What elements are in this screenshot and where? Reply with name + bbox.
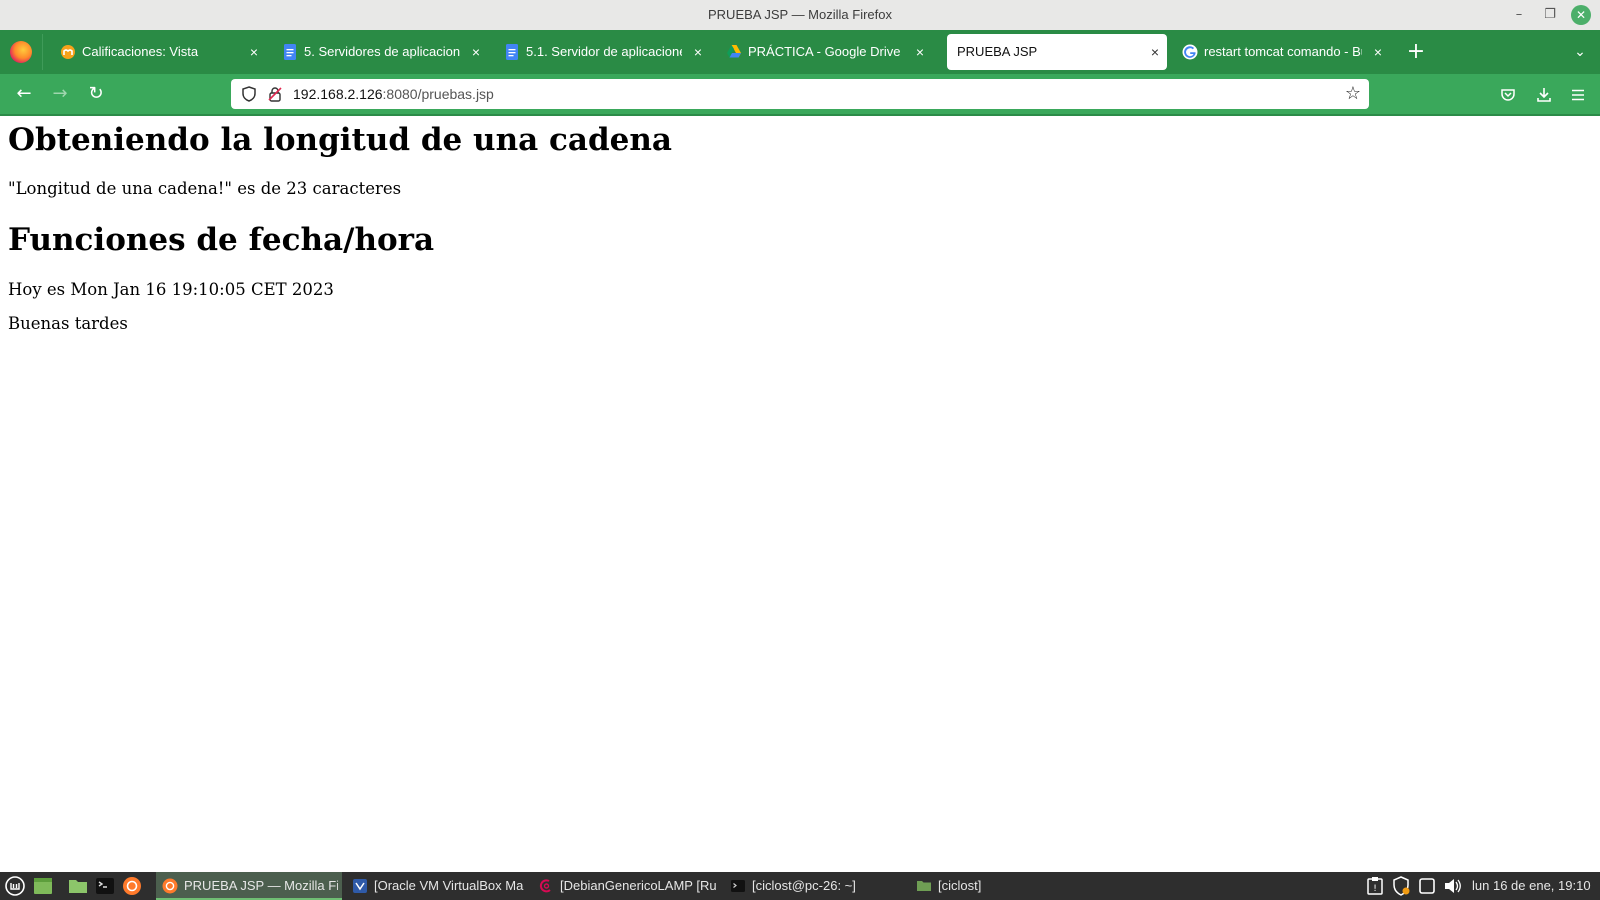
current-date-text: Hoy es Mon Jan 16 19:10:05 CET 2023: [8, 280, 334, 299]
volume-icon[interactable]: [1443, 876, 1463, 896]
terminal-launcher-icon[interactable]: [95, 876, 115, 896]
tab-servidor-aplicaciones[interactable]: 5.1. Servidor de aplicaciones ×: [494, 34, 710, 70]
tab-close-icon[interactable]: ×: [250, 34, 258, 70]
bookmark-star-icon[interactable]: ☆: [1345, 79, 1361, 109]
pocket-icon[interactable]: [1493, 74, 1523, 114]
new-tab-icon[interactable]: +: [1402, 30, 1430, 74]
taskbar-item-terminal[interactable]: [ciclost@pc-26: ~]: [724, 872, 904, 900]
greeting-text: Buenas tardes: [8, 314, 128, 333]
taskbar-item-label: PRUEBA JSP — Mozilla Firefox: [184, 878, 338, 893]
insecure-lock-icon[interactable]: [267, 86, 283, 102]
url-bar[interactable]: 192.168.2.126:8080/pruebas.jsp ☆: [231, 79, 1369, 109]
moodle-icon: [61, 45, 75, 59]
navigation-toolbar: ← → ↻ 192.168.2.126:8080/pruebas.jsp ☆: [0, 74, 1600, 116]
tab-restart-tomcat[interactable]: restart tomcat comando - Buscar ×: [1172, 34, 1390, 70]
minimize-icon[interactable]: –: [1510, 6, 1528, 24]
url-text[interactable]: 192.168.2.126:8080/pruebas.jsp: [293, 79, 494, 109]
page-content: Obteniendo la longitud de una cadena "Lo…: [0, 116, 1600, 872]
string-length-result: "Longitud de una cadena!" es de 23 carac…: [8, 179, 402, 198]
firefox-icon: [162, 878, 178, 894]
google-drive-icon: [727, 45, 741, 58]
heading-string-length: Obteniendo la longitud de una cadena: [8, 122, 673, 158]
taskbar-item-label: [ciclost@pc-26: ~]: [752, 878, 856, 893]
tabstrip-divider: [42, 34, 43, 70]
security-shield-icon[interactable]: [1391, 876, 1411, 896]
forward-arrow-icon[interactable]: →: [44, 74, 76, 114]
tab-label: restart tomcat comando - Buscar: [1204, 44, 1362, 59]
tab-close-icon[interactable]: ×: [694, 34, 702, 70]
taskbar-item-debian-vm[interactable]: [DebianGenericoLAMP [Running]]: [532, 872, 720, 900]
taskbar-item-virtualbox[interactable]: [Oracle VM VirtualBox Manager]: [346, 872, 528, 900]
window-title: PRUEBA JSP — Mozilla Firefox: [708, 7, 892, 22]
tab-label: 5. Servidores de aplicaciones: [304, 44, 460, 59]
terminal-icon: [731, 880, 745, 892]
tab-close-icon[interactable]: ×: [1374, 34, 1382, 70]
system-taskbar: PRUEBA JSP — Mozilla Firefox [Oracle VM …: [0, 872, 1600, 900]
shield-icon[interactable]: [241, 86, 257, 102]
tab-label: PRÁCTICA - Google Drive: [748, 44, 901, 59]
tab-close-icon[interactable]: ×: [916, 34, 924, 70]
taskbar-item-label: [DebianGenericoLAMP [Running]]: [560, 878, 716, 893]
taskbar-item-label: [ciclost]: [938, 878, 982, 893]
url-path: :8080/pruebas.jsp: [382, 86, 494, 102]
list-all-tabs-icon[interactable]: ⌄: [1568, 30, 1592, 74]
show-desktop-icon[interactable]: [33, 876, 53, 896]
firefox-logo-icon[interactable]: [10, 41, 32, 63]
tab-calificaciones[interactable]: Calificaciones: Vista ×: [50, 34, 266, 70]
tab-practica-drive[interactable]: PRÁCTICA - Google Drive ×: [716, 34, 932, 70]
tab-label: PRUEBA JSP: [957, 44, 1038, 59]
taskbar-item-label: [Oracle VM VirtualBox Manager]: [374, 878, 524, 893]
firefox-launcher-icon[interactable]: [122, 876, 142, 896]
virtualbox-icon: [353, 879, 367, 893]
debian-icon: [539, 879, 551, 893]
google-docs-icon: [284, 44, 296, 60]
tab-close-icon[interactable]: ×: [472, 34, 480, 70]
tab-close-icon[interactable]: ×: [1151, 34, 1159, 70]
url-host: 192.168.2.126: [293, 86, 383, 102]
taskbar-item-firefox[interactable]: PRUEBA JSP — Mozilla Firefox: [156, 872, 342, 900]
tab-servidores-aplicaciones[interactable]: 5. Servidores de aplicaciones ×: [272, 34, 488, 70]
app-menu-icon[interactable]: [1563, 74, 1593, 114]
heading-date-functions: Funciones de fecha/hora: [8, 222, 435, 258]
back-arrow-icon[interactable]: ←: [8, 74, 40, 114]
update-manager-icon[interactable]: !: [1365, 876, 1385, 896]
folder-icon: [917, 881, 931, 891]
google-docs-icon: [506, 44, 518, 60]
tab-strip: Calificaciones: Vista × 5. Servidores de…: [0, 30, 1600, 74]
downloads-icon[interactable]: [1529, 74, 1559, 114]
tab-prueba-jsp[interactable]: PRUEBA JSP ×: [947, 34, 1167, 70]
google-icon: [1182, 44, 1198, 60]
close-window-icon[interactable]: ✕: [1571, 5, 1591, 25]
network-icon[interactable]: [1417, 876, 1437, 896]
tab-label: Calificaciones: Vista: [82, 44, 199, 59]
mint-menu-icon[interactable]: [5, 876, 25, 896]
svg-text:!: !: [1373, 884, 1377, 894]
tab-label: 5.1. Servidor de aplicaciones: [526, 44, 682, 59]
reload-icon[interactable]: ↻: [80, 74, 112, 114]
maximize-icon[interactable]: ❐: [1541, 6, 1559, 24]
taskbar-item-folder[interactable]: [ciclost]: [910, 872, 1090, 900]
taskbar-clock[interactable]: lun 16 de ene, 19:10: [1472, 872, 1591, 900]
window-titlebar: PRUEBA JSP — Mozilla Firefox – ❐ ✕: [0, 0, 1600, 30]
files-folder-icon[interactable]: [68, 876, 88, 896]
